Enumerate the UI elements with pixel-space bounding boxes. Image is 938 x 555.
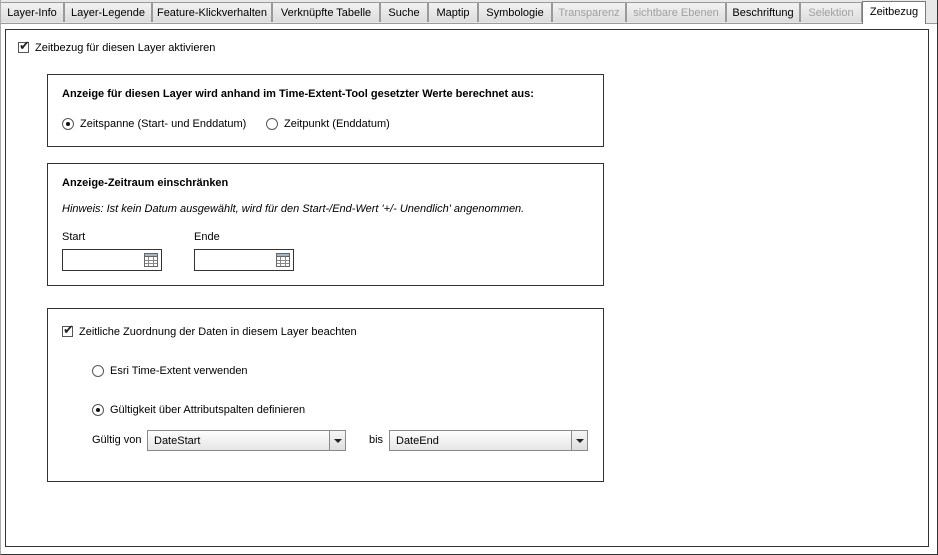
enable-time-checkbox[interactable]: ✔ xyxy=(18,38,30,53)
start-label: Start xyxy=(62,231,86,243)
calendar-icon[interactable] xyxy=(276,253,290,267)
tab-sichtbare-ebenen: sichtbare Ebenen xyxy=(626,2,726,22)
tab-beschriftung[interactable]: Beschriftung xyxy=(726,2,800,22)
tab-feature-klickverhalten[interactable]: Feature-Klickverhalten xyxy=(152,2,272,22)
timespan-radio-label: Zeitspanne (Start- und Enddatum) xyxy=(80,118,247,130)
tab-suche[interactable]: Suche xyxy=(380,2,428,22)
chevron-down-icon[interactable] xyxy=(329,431,345,450)
range-group: Anzeige-Zeitraum einschränken Hinweis: I… xyxy=(47,163,604,286)
esri-time-extent-label: Esri Time-Extent verwenden xyxy=(110,365,248,377)
end-label: Ende xyxy=(194,231,220,243)
timepoint-radio[interactable] xyxy=(266,118,278,130)
calculation-group-title: Anzeige für diesen Layer wird anhand im … xyxy=(62,88,534,100)
checkmark-icon: ✔ xyxy=(63,322,74,337)
tab-bar: Layer-Info Layer-Legende Feature-Klickve… xyxy=(0,0,938,24)
time-mapping-label: Zeitliche Zuordnung der Daten in diesem … xyxy=(79,326,357,338)
end-date-input[interactable] xyxy=(194,249,294,271)
timespan-radio[interactable] xyxy=(62,118,74,130)
tab-layer-legende[interactable]: Layer-Legende xyxy=(64,2,152,22)
valid-from-value: DateStart xyxy=(154,435,201,447)
tab-symbologie[interactable]: Symbologie xyxy=(478,2,552,22)
timepoint-radio-label: Zeitpunkt (Enddatum) xyxy=(284,118,390,130)
tab-verknuepfte-tabelle[interactable]: Verknüpfte Tabelle xyxy=(272,2,380,22)
valid-from-select[interactable]: DateStart xyxy=(147,430,346,451)
time-mapping-checkbox[interactable]: ✔ xyxy=(62,322,74,337)
zeitbezug-panel: ✔ Zeitbezug für diesen Layer aktivieren … xyxy=(5,29,929,547)
range-hint: Hinweis: Ist kein Datum ausgewählt, wird… xyxy=(62,203,525,215)
checkmark-icon: ✔ xyxy=(19,38,30,53)
attribute-columns-radio[interactable] xyxy=(92,404,104,416)
range-group-title: Anzeige-Zeitraum einschränken xyxy=(62,177,229,189)
start-date-input[interactable] xyxy=(62,249,162,271)
valid-from-label: Gültig von xyxy=(92,434,142,446)
tab-selektion: Selektion xyxy=(800,2,862,22)
tab-zeitbezug[interactable]: Zeitbezug xyxy=(862,1,926,24)
valid-to-select[interactable]: DateEnd xyxy=(389,430,588,451)
esri-time-extent-radio[interactable] xyxy=(92,365,104,377)
enable-time-label: Zeitbezug für diesen Layer aktivieren xyxy=(35,42,216,54)
mapping-group: ✔ Zeitliche Zuordnung der Daten in diese… xyxy=(47,308,604,482)
tab-layer-info[interactable]: Layer-Info xyxy=(0,2,64,22)
calculation-group: Anzeige für diesen Layer wird anhand im … xyxy=(47,74,604,147)
tab-transparenz: Transparenz xyxy=(552,2,626,22)
attribute-columns-label: Gültigkeit über Attributspalten definier… xyxy=(110,404,306,416)
chevron-down-icon[interactable] xyxy=(571,431,587,450)
valid-to-value: DateEnd xyxy=(396,435,439,447)
tab-maptip[interactable]: Maptip xyxy=(428,2,478,22)
valid-to-label: bis xyxy=(369,434,384,446)
calendar-icon[interactable] xyxy=(144,253,158,267)
